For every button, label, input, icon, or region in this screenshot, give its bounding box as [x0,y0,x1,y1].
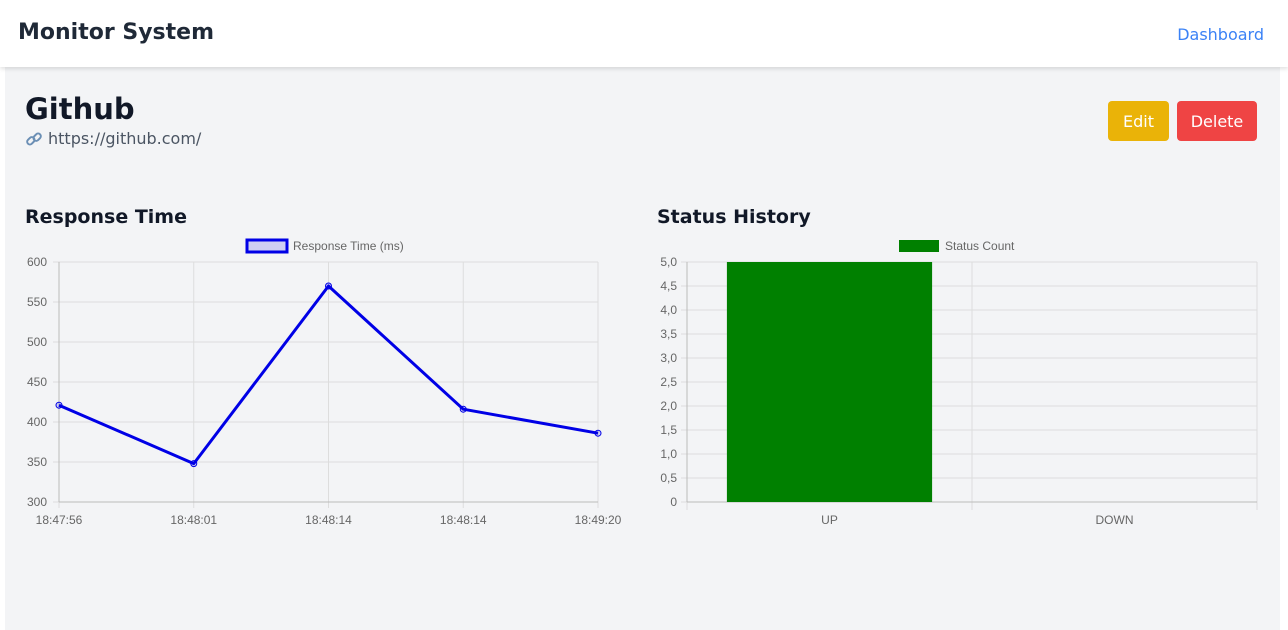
legend-label: Status Count [945,239,1015,253]
data-point [55,401,63,409]
data-point [594,429,602,437]
monitor-title: Github [25,92,135,126]
navbar: Monitor System Dashboard [0,0,1288,67]
y-tick-label: 2,5 [660,375,677,389]
y-tick-label: 300 [27,495,47,509]
y-tick-label: 400 [27,415,47,429]
y-tick-label: 450 [27,375,47,389]
response-time-title: Response Time [25,206,187,228]
data-point [325,282,332,290]
status-history-title: Status History [657,206,811,228]
monitor-url: https://github.com/ [48,129,202,148]
status-history-chart: Status Count 5,0 4,5 4,0 3,5 3,0 2,5 2,0 1,5 1,0 0… [660,239,1258,527]
x-tick-label: 18:48:14 [440,513,487,527]
monitor-url-row: https://github.com/ [25,129,201,148]
x-tick-label: DOWN [1096,513,1134,527]
y-tick-label: 4,0 [660,303,677,317]
app-brand: Monitor System [18,20,214,45]
y-tick-label: 550 [27,295,47,309]
data-point [459,405,467,413]
y-tick-label: 3,5 [660,327,677,341]
y-tick-label: 2,0 [660,399,677,413]
link-icon [26,132,42,145]
response-time-chart: Response Time (ms) 600 550 500 450 400 350 300 1… [27,238,622,527]
edit-button[interactable]: Edit [1108,101,1169,141]
bar [726,262,933,502]
legend-label: Response Time (ms) [293,239,404,253]
y-tick-label: 600 [27,255,47,269]
y-tick-label: 500 [27,335,47,349]
x-tick-label: 18:48:14 [305,513,352,527]
x-tick-label: 18:49:20 [575,513,622,527]
y-tick-label: 350 [27,455,47,469]
legend-swatch [245,238,289,254]
y-tick-label: 1,5 [660,423,677,437]
y-tick-label: 5,0 [660,255,677,269]
delete-button[interactable]: Delete [1177,101,1257,141]
y-tick-label: 0,5 [660,471,677,485]
y-tick-label: 0 [670,495,677,509]
y-tick-label: 4,5 [660,279,677,293]
data-point [190,460,198,468]
x-tick-label: UP [821,513,838,527]
y-tick-label: 1,0 [660,447,677,461]
y-tick-label: 3,0 [660,351,677,365]
legend-swatch [899,240,939,252]
dashboard-link[interactable]: Dashboard [1177,25,1264,44]
x-tick-label: 18:48:01 [170,513,217,527]
x-tick-label: 18:47:56 [36,513,83,527]
